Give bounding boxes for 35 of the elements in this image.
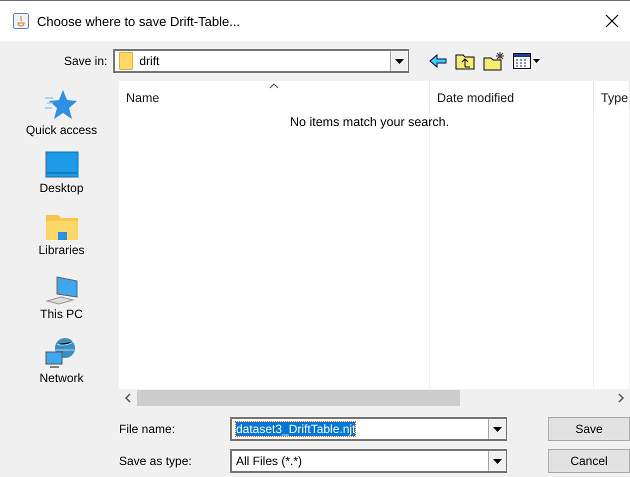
save-as-type-label: Save as type: xyxy=(119,454,193,468)
dropdown-arrow-icon xyxy=(395,58,404,64)
file-type-dropdown[interactable]: All Files (*.*) xyxy=(230,449,507,473)
folder-icon xyxy=(119,52,134,70)
folder-icon xyxy=(44,213,78,241)
dropdown-arrow-icon xyxy=(493,426,502,432)
dropdown-arrow-icon xyxy=(493,458,502,464)
cancel-button[interactable]: Cancel xyxy=(548,449,630,473)
file-name-label: File name: xyxy=(119,422,176,436)
computer-icon xyxy=(44,275,78,305)
column-header[interactable]: Date modified xyxy=(430,81,594,109)
save-in-label: Save in: xyxy=(64,54,108,68)
column-header[interactable]: Name xyxy=(119,81,430,109)
monitor-icon xyxy=(44,151,78,179)
window-title: Choose where to save Drift-Table... xyxy=(37,14,242,28)
star-icon xyxy=(44,89,78,121)
places-item[interactable]: Libraries xyxy=(38,213,85,269)
places-item[interactable]: Quick access xyxy=(26,89,98,145)
up-folder-button[interactable] xyxy=(455,52,476,70)
sort-caret-icon xyxy=(269,83,279,89)
new-folder-button[interactable] xyxy=(483,51,506,71)
save-button[interactable]: Save xyxy=(548,417,630,441)
places-item[interactable]: This PC xyxy=(40,275,83,331)
column-header[interactable]: Type xyxy=(594,81,630,109)
save-in-dropdown[interactable]: drift xyxy=(113,49,410,73)
places-item[interactable]: Network xyxy=(39,337,84,393)
scrollbar-thumb[interactable] xyxy=(137,390,460,406)
chevron-left-icon xyxy=(125,393,131,403)
places-item[interactable]: Desktop xyxy=(39,151,84,207)
file-name-field[interactable]: dataset3_DriftTable.njt xyxy=(230,417,507,441)
chevron-right-icon xyxy=(618,393,624,403)
back-button[interactable] xyxy=(429,54,448,68)
empty-message: No items match your search. xyxy=(290,115,450,129)
view-menu-button[interactable] xyxy=(513,53,542,69)
java-app-icon xyxy=(13,13,29,29)
